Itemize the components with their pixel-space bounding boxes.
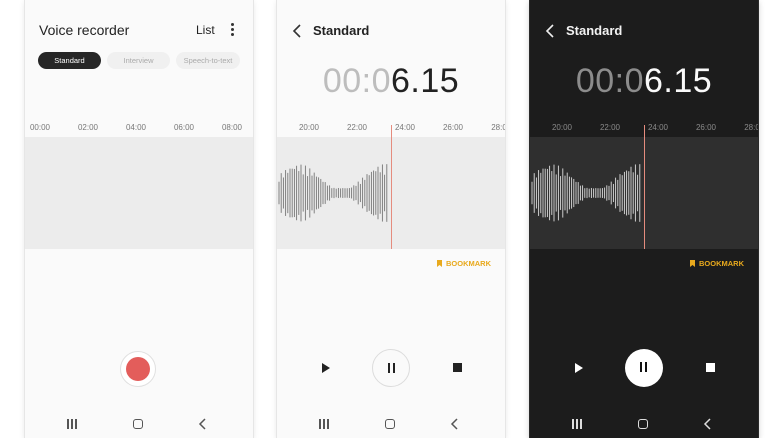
recents-icon[interactable] <box>67 419 78 429</box>
timeline-label: 08:00 <box>221 123 243 132</box>
record-button[interactable] <box>120 351 156 387</box>
nav-back-icon[interactable] <box>198 418 208 430</box>
screen-title: Standard <box>313 23 370 38</box>
nav-back-icon[interactable] <box>450 418 460 430</box>
elapsed-timer: 00:06.15 <box>530 62 758 101</box>
record-icon <box>126 357 150 381</box>
screen-title: Standard <box>566 23 623 38</box>
timer-active-digits: 6.15 <box>391 62 460 100</box>
recording-screen-dark: Standard 00:06.15 20:00 22:00 24:00 26:0… <box>530 0 758 438</box>
timeline-label: 20:00 <box>551 123 573 132</box>
home-icon[interactable] <box>133 419 143 429</box>
timeline-label: 24:00 <box>647 123 669 132</box>
home-icon[interactable] <box>638 419 648 429</box>
nav-back-icon[interactable] <box>703 418 713 430</box>
stop-icon[interactable] <box>706 363 715 372</box>
timer-active-digits: 6.15 <box>644 62 713 100</box>
more-vertical-icon[interactable] <box>228 23 236 37</box>
bookmark-label: BOOKMARK <box>699 259 744 268</box>
chevron-left-icon[interactable] <box>545 24 555 38</box>
tab-speech-to-text[interactable]: Speech-to-text <box>176 52 240 69</box>
bookmark-button[interactable]: BOOKMARK <box>437 259 491 268</box>
home-icon[interactable] <box>385 419 395 429</box>
navigation-bar <box>277 412 505 438</box>
bookmark-button[interactable]: BOOKMARK <box>690 259 744 268</box>
timeline-label: 02:00 <box>77 123 99 132</box>
timeline-label: 00:00 <box>29 123 51 132</box>
navigation-bar <box>530 412 758 438</box>
list-button[interactable]: List <box>196 23 215 37</box>
timeline-label: 06:00 <box>173 123 195 132</box>
timeline-label: 22:00 <box>599 123 621 132</box>
recording-screen-light: Standard 00:06.15 20:00 22:00 24:00 26:0… <box>277 0 505 438</box>
timeline-label: 28:0 <box>491 123 505 132</box>
pause-icon <box>393 363 395 373</box>
playhead[interactable] <box>391 125 392 249</box>
playhead[interactable] <box>644 125 645 249</box>
timeline-label: 20:00 <box>298 123 320 132</box>
waveform-track <box>25 137 253 249</box>
pause-button[interactable] <box>625 349 663 387</box>
timer-dim-digits: 00:0 <box>322 62 391 100</box>
tab-interview[interactable]: Interview <box>107 52 170 69</box>
tab-standard[interactable]: Standard <box>38 52 101 69</box>
pause-icon <box>388 363 390 373</box>
pause-button[interactable] <box>372 349 410 387</box>
navigation-bar <box>25 412 253 438</box>
play-icon[interactable] <box>321 362 331 374</box>
timeline-label: 22:00 <box>346 123 368 132</box>
timeline-label: 04:00 <box>125 123 147 132</box>
recents-icon[interactable] <box>319 419 330 429</box>
play-icon[interactable] <box>574 362 584 374</box>
chevron-left-icon[interactable] <box>292 24 302 38</box>
pause-icon <box>645 362 647 372</box>
timeline-label: 24:00 <box>394 123 416 132</box>
bookmark-label: BOOKMARK <box>446 259 491 268</box>
timeline-label: 28:0 <box>744 123 758 132</box>
recording-mode-tabs: Standard Interview Speech-to-text <box>25 52 253 70</box>
app-title: Voice recorder <box>39 22 130 38</box>
timer-dim-digits: 00:0 <box>575 62 644 100</box>
elapsed-timer: 00:06.15 <box>277 62 505 101</box>
timeline-label: 26:00 <box>695 123 717 132</box>
voice-recorder-screen: Voice recorder List Standard Interview S… <box>25 0 253 438</box>
bookmark-icon <box>437 260 442 267</box>
stop-icon[interactable] <box>453 363 462 372</box>
timeline-label: 26:00 <box>442 123 464 132</box>
pause-icon <box>640 362 642 372</box>
bookmark-icon <box>690 260 695 267</box>
recents-icon[interactable] <box>572 419 583 429</box>
